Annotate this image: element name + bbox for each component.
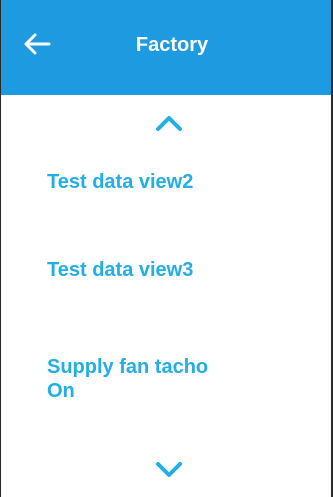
list-item-test-data-view3[interactable]: Test data view3 bbox=[47, 258, 307, 282]
header-bar: Factory bbox=[1, 0, 331, 95]
list-item-supply-fan-tacho[interactable]: Supply fan tacho On bbox=[47, 355, 307, 403]
chevron-up-icon bbox=[156, 116, 182, 131]
scroll-up-button[interactable] bbox=[149, 110, 189, 134]
device-screen: Factory Test data view2 Test data view3 … bbox=[0, 0, 333, 497]
list-item-label: Supply fan tacho bbox=[47, 356, 209, 378]
chevron-down-icon bbox=[156, 462, 182, 477]
scroll-down-button[interactable] bbox=[149, 458, 189, 482]
page-title: Factory bbox=[135, 34, 209, 56]
list-item-value: On bbox=[47, 380, 75, 402]
list-item-test-data-view2[interactable]: Test data view2 bbox=[47, 170, 307, 194]
